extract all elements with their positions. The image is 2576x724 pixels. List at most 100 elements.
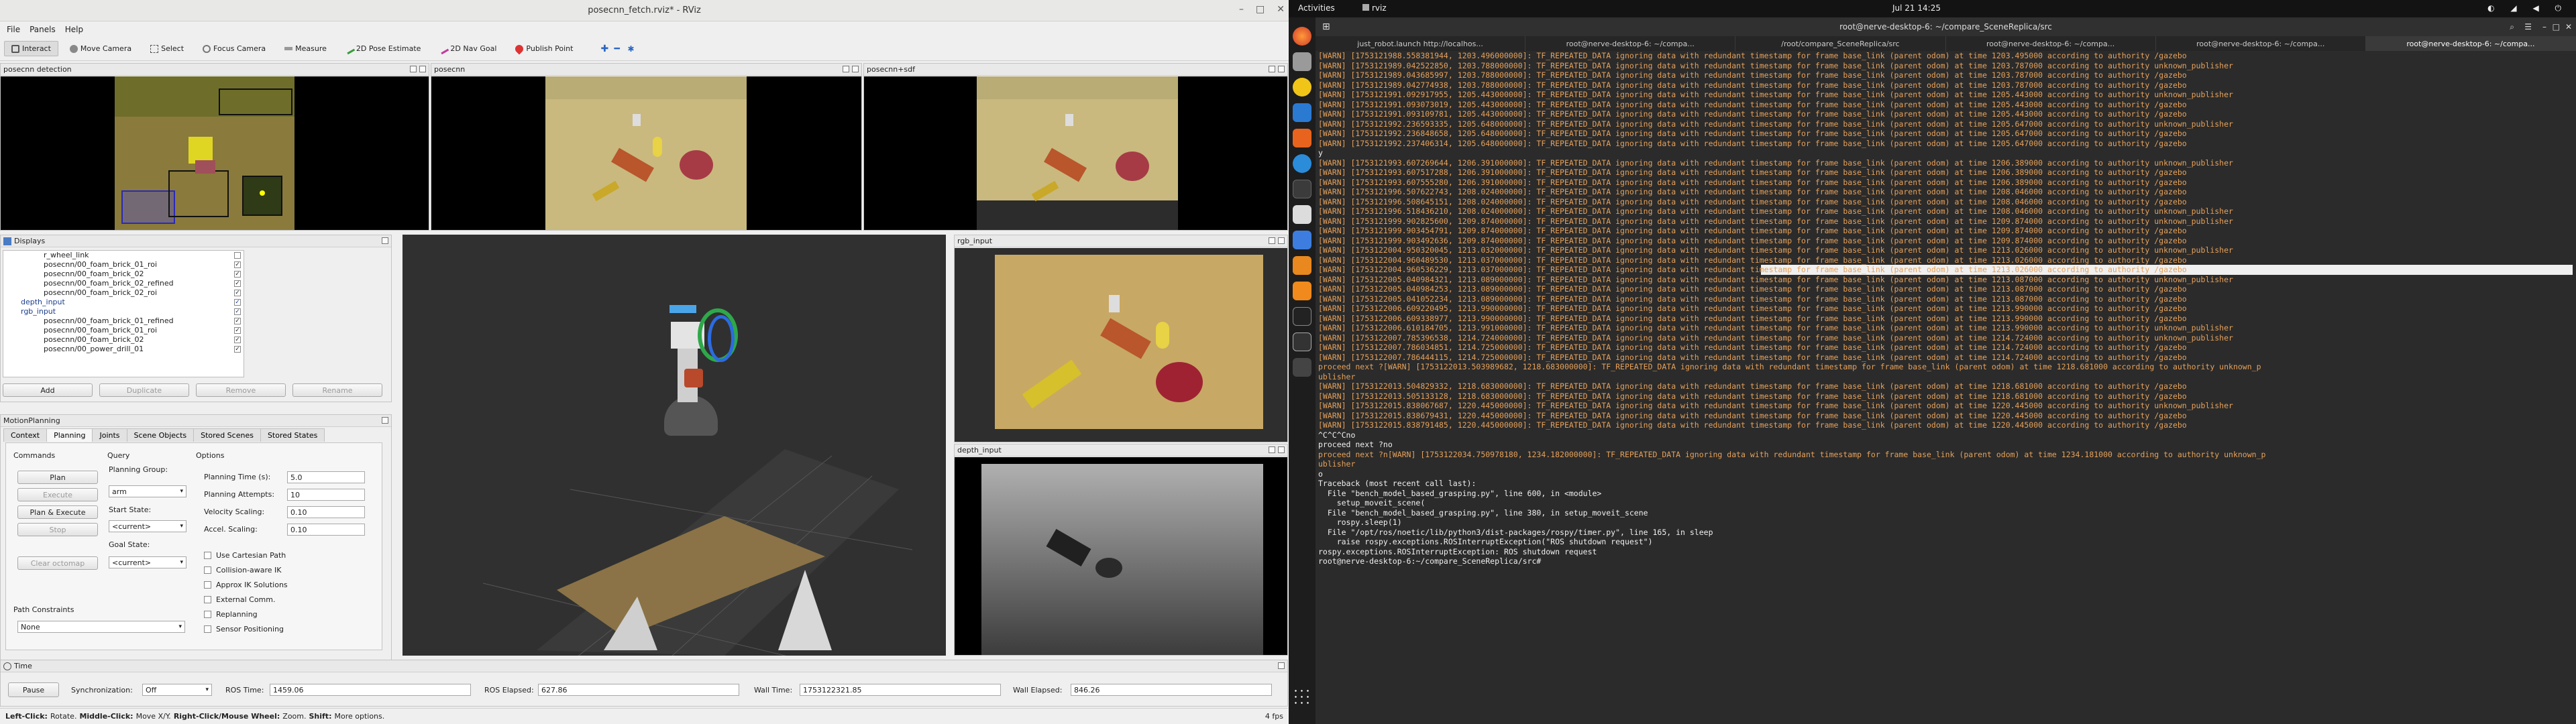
activities-button[interactable]: Activities [1298,3,1335,13]
display-item[interactable]: posecnn/00_foam_brick_02 ✓ [3,269,244,279]
pencil-icon[interactable] [1293,231,1311,249]
execute-button[interactable]: Execute [17,488,98,501]
plan-button[interactable]: Plan [17,471,98,484]
display-item[interactable]: posecnn/00_foam_brick_01_roi ✓ [3,260,244,269]
files-icon[interactable] [1293,52,1311,71]
use-cartesian-path-checkbox[interactable] [204,552,211,559]
panel-float-icon[interactable] [1269,66,1275,72]
tab-context[interactable]: Context [3,428,48,442]
terminal-tab[interactable]: root@nerve-desktop-6: ~/compa... [2365,36,2576,51]
display-item[interactable]: depth_input ✓ [3,298,244,307]
display-item[interactable]: posecnn/00_foam_brick_01_roi ✓ [3,326,244,335]
planning-group-select[interactable]: arm ▾ [109,485,186,497]
stop-button[interactable]: Stop [17,523,98,536]
sync-select[interactable]: Off ▾ [142,684,212,696]
text-editor-icon[interactable] [1293,205,1311,224]
start-state-select[interactable]: <current> ▾ [109,520,186,532]
duplicate-display-button[interactable]: Duplicate [99,383,189,397]
rviz-active-icon[interactable] [1293,333,1311,351]
terminal-icon[interactable] [1293,180,1311,198]
remove-tool-icon[interactable]: ━ [614,44,623,54]
display-item[interactable]: posecnn/00_foam_brick_02_refined ✓ [3,279,244,288]
approx-ik-checkbox[interactable] [204,581,211,589]
search-icon[interactable]: ⌕ [2510,22,2514,32]
minimize-icon[interactable]: – [1239,4,1244,15]
maximize-icon[interactable]: □ [1256,4,1265,15]
panel-close-icon[interactable] [1278,662,1285,669]
accel-scaling-field[interactable]: 0.10 [287,524,365,536]
pause-button[interactable]: Pause [8,682,59,697]
display-enable-checkbox[interactable]: ✓ [234,271,241,278]
display-item[interactable]: posecnn/00_foam_brick_02_roi ✓ [3,288,244,298]
display-item[interactable]: r_wheel_link [3,251,244,260]
tab-planning[interactable]: Planning [46,428,93,442]
menu-file[interactable]: File [7,25,20,34]
menu-help[interactable]: Help [65,25,83,34]
tab-stored-states[interactable]: Stored States [260,428,325,442]
window-icon[interactable] [1293,358,1311,377]
tool-2d-nav-goal[interactable]: 2D Nav Goal [432,41,504,56]
minimize-icon[interactable]: – [2542,22,2546,32]
terminal-output[interactable]: [WARN] [1753121988.558381944, 1203.49600… [1318,51,2573,724]
display-enable-checkbox[interactable]: ✓ [234,290,241,296]
panel-float-icon[interactable] [843,66,849,72]
display-item[interactable]: posecnn/00_power_drill_01 ✓ [3,345,244,354]
writer-icon[interactable] [1293,103,1311,122]
tab-scene-objects[interactable]: Scene Objects [126,428,195,442]
external-comm-checkbox[interactable] [204,596,211,603]
replanning-checkbox[interactable] [204,611,211,618]
rename-display-button[interactable]: Rename [292,383,382,397]
tool-move-camera[interactable]: Move Camera [62,41,139,56]
terminal-tab[interactable]: root@nerve-desktop-6: ~/compa... [1525,36,1736,51]
panel-close-icon[interactable] [1278,446,1285,453]
system-tray[interactable]: ◐ ◢ ◀ ⏻ [2487,3,2568,13]
path-constraints-select[interactable]: None ▾ [17,621,185,633]
clock[interactable]: Jul 21 14:25 [1892,3,1941,13]
terminal-tab[interactable]: just_robot.launch http://localhos... [1316,36,1526,51]
app-menu[interactable]: rviz [1362,3,1387,13]
display-enable-checkbox[interactable]: ✓ [234,337,241,343]
rviz-icon[interactable] [1293,307,1311,326]
terminal-tab[interactable]: root@nerve-desktop-6: ~/compa... [2156,36,2366,51]
display-enable-checkbox[interactable]: ✓ [234,327,241,334]
tool-2d-pose-estimate[interactable]: 2D Pose Estimate [338,41,429,56]
panel-close-icon[interactable] [382,417,388,424]
display-enable-checkbox[interactable]: ✓ [234,299,241,306]
clear-octomap-button[interactable]: Clear octomap [17,556,98,570]
add-display-button[interactable]: Add [3,383,93,397]
goal-state-select[interactable]: <current> ▾ [109,556,186,568]
firefox-icon[interactable] [1293,27,1311,46]
display-item[interactable]: rgb_input ✓ [3,307,244,316]
maximize-icon[interactable]: □ [2553,22,2560,32]
planning-attempts-field[interactable]: 10 [287,489,365,501]
panel-close-icon[interactable] [419,66,426,72]
new-tab-icon[interactable]: ⊞ [1322,21,1330,32]
panel-close-icon[interactable] [382,237,388,244]
tool-focus-camera[interactable]: Focus Camera [195,41,273,56]
add-tool-icon[interactable]: ✚ [600,44,610,54]
tool-interact[interactable]: Interact [4,41,58,56]
stack-icon[interactable] [1293,282,1311,300]
panel-close-icon[interactable] [1278,66,1285,72]
tool-publish-point[interactable]: Publish Point [508,41,580,56]
display-enable-checkbox[interactable]: ✓ [234,261,241,268]
3d-render-view[interactable] [402,235,946,656]
sensor-positioning-checkbox[interactable] [204,625,211,633]
tool-measure[interactable]: Measure [277,41,334,56]
velocity-scaling-field[interactable]: 0.10 [287,506,365,518]
hamburger-menu-icon[interactable]: ☰ [2524,22,2532,32]
panel-float-icon[interactable] [1269,446,1275,453]
panel-float-icon[interactable] [410,66,417,72]
rhythmbox-icon[interactable] [1293,78,1311,97]
menu-panels[interactable]: Panels [30,25,56,34]
display-item[interactable]: posecnn/00_foam_brick_01_refined ✓ [3,316,244,326]
display-enable-checkbox[interactable]: ✓ [234,280,241,287]
panel-float-icon[interactable] [1269,237,1275,244]
panel-close-icon[interactable] [852,66,859,72]
display-enable-checkbox[interactable]: ✓ [234,346,241,353]
display-enable-checkbox[interactable]: ✓ [234,318,241,324]
collision-aware-ik-checkbox[interactable] [204,566,211,574]
software-icon[interactable] [1293,129,1311,147]
panel-close-icon[interactable] [1278,237,1285,244]
remove-display-button[interactable]: Remove [196,383,286,397]
